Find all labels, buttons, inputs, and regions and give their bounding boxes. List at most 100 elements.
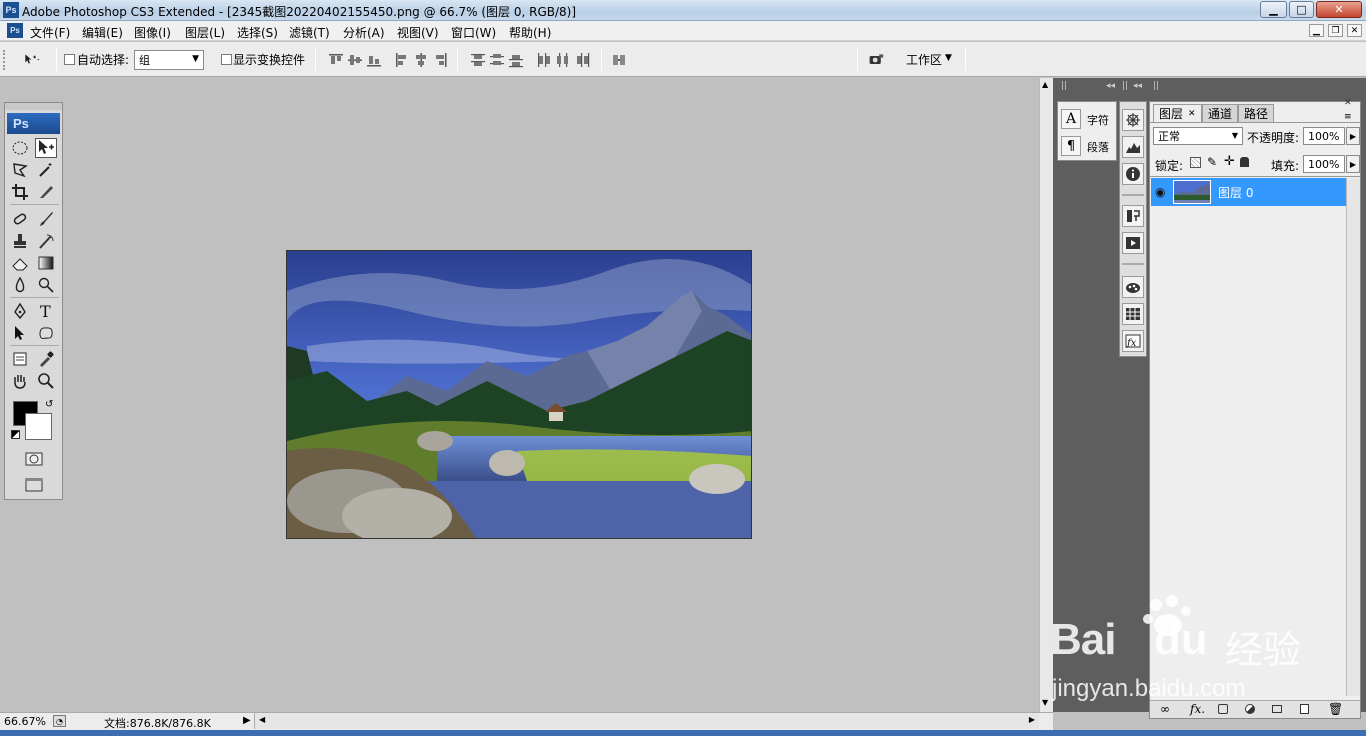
screen-mode-icon[interactable] (23, 475, 45, 495)
distribute-bottom-icon[interactable] (507, 51, 525, 69)
fill-slider-arrow-icon[interactable]: ▶ (1346, 155, 1360, 173)
add-mask-icon[interactable] (1218, 704, 1228, 714)
auto-select-checkbox[interactable] (64, 54, 75, 65)
tab-paths[interactable]: 路径 (1238, 104, 1275, 122)
layer-row[interactable]: ◉ 图层 0 (1151, 178, 1346, 206)
dodge-tool-icon[interactable] (35, 275, 57, 295)
status-info-icon[interactable]: ◔ (53, 715, 66, 727)
lasso-tool-icon[interactable] (9, 160, 31, 180)
default-colors-icon[interactable] (11, 430, 20, 439)
background-color-swatch[interactable] (25, 413, 52, 440)
pen-tool-icon[interactable] (9, 301, 31, 321)
show-transform-checkbox[interactable] (221, 54, 232, 65)
toolbox-logo[interactable]: Ps (7, 113, 60, 134)
align-hcenter-icon[interactable] (412, 51, 430, 69)
lock-transparent-icon[interactable] (1190, 157, 1201, 168)
crop-tool-icon[interactable] (9, 182, 31, 202)
menu-analysis[interactable]: 分析(A) (343, 24, 385, 41)
hand-tool-icon[interactable] (9, 371, 31, 391)
brush-tool-icon[interactable] (35, 209, 57, 229)
zoom-tool-icon[interactable] (35, 371, 57, 391)
grip-icon[interactable]: || (1153, 81, 1159, 91)
panel-menu-icon[interactable]: ≡ (1344, 112, 1352, 122)
document-canvas-image[interactable] (286, 250, 752, 539)
tab-layers[interactable]: 图层 ✕ (1153, 104, 1202, 122)
align-right-icon[interactable] (431, 51, 449, 69)
fill-input[interactable]: 100% (1303, 155, 1345, 173)
close-button[interactable]: ✕ (1316, 1, 1362, 18)
navigator-icon[interactable] (1122, 109, 1144, 131)
opacity-input[interactable]: 100% (1303, 127, 1345, 145)
new-layer-icon[interactable] (1300, 704, 1309, 714)
layers-scrollbar[interactable] (1346, 178, 1360, 696)
clone-stamp-tool-icon[interactable] (9, 231, 31, 251)
maximize-button[interactable]: □ (1289, 1, 1314, 18)
menu-file[interactable]: 文件(F) (30, 24, 70, 41)
auto-align-layers-icon[interactable] (610, 51, 628, 69)
status-menu-arrow-icon[interactable]: ▶ (243, 715, 251, 726)
move-tool-preset-icon[interactable] (14, 50, 50, 68)
character-label[interactable]: 字符 (1087, 112, 1109, 128)
menu-window[interactable]: 窗口(W) (451, 24, 496, 41)
panel-collapse-bar[interactable]: || ◂◂ (1059, 81, 1117, 93)
move-tool-icon[interactable] (35, 138, 57, 158)
history-brush-tool-icon[interactable] (35, 231, 57, 251)
menu-image[interactable]: 图像(I) (134, 24, 171, 41)
distribute-vcenter-icon[interactable] (488, 51, 506, 69)
lock-image-icon[interactable]: ✎ (1207, 155, 1217, 169)
blur-tool-icon[interactable] (9, 275, 31, 295)
adjustment-layer-icon[interactable] (1245, 704, 1255, 714)
align-bottom-icon[interactable] (365, 51, 383, 69)
swap-colors-icon[interactable]: ↺ (45, 399, 53, 410)
scroll-left-icon[interactable]: ◀ (259, 715, 265, 724)
history-icon[interactable] (1122, 205, 1144, 227)
auto-select-dropdown[interactable]: 组 ▼ (134, 50, 204, 70)
scroll-up-icon[interactable]: ▲ (1042, 80, 1048, 89)
workspace-label[interactable]: 工作区 (906, 51, 942, 68)
layer-name[interactable]: 图层 0 (1218, 184, 1253, 201)
eyedropper-tool-icon[interactable] (35, 349, 57, 369)
align-left-icon[interactable] (393, 51, 411, 69)
distribute-top-icon[interactable] (469, 51, 487, 69)
menu-filter[interactable]: 滤镜(T) (289, 24, 330, 41)
doc-close-button[interactable]: ✕ (1347, 24, 1362, 37)
horizontal-scrollbar[interactable]: ◀ ▶ (254, 713, 1039, 729)
doc-minimize-button[interactable]: ▁ (1309, 24, 1324, 37)
scroll-right-icon[interactable]: ▶ (1029, 715, 1035, 724)
menu-select[interactable]: 选择(S) (237, 24, 278, 41)
distribute-right-icon[interactable] (573, 51, 591, 69)
slice-tool-icon[interactable] (35, 182, 57, 202)
menu-edit[interactable]: 编辑(E) (82, 24, 123, 41)
healing-brush-tool-icon[interactable] (9, 209, 31, 229)
scroll-down-icon[interactable]: ▼ (1042, 698, 1048, 707)
chevron-down-icon[interactable]: ▼ (945, 53, 952, 63)
magic-wand-tool-icon[interactable] (35, 160, 57, 180)
styles-icon[interactable]: fx (1122, 330, 1144, 352)
minimize-button[interactable]: ▁ (1260, 1, 1287, 18)
gradient-tool-icon[interactable] (35, 253, 57, 273)
path-selection-tool-icon[interactable] (9, 323, 31, 343)
custom-shape-tool-icon[interactable] (35, 323, 57, 343)
brushes-icon[interactable] (1122, 276, 1144, 298)
eraser-tool-icon[interactable] (9, 253, 31, 273)
icon-column-collapse-bar[interactable]: || ◂◂ (1121, 81, 1147, 93)
distribute-hcenter-icon[interactable] (554, 51, 572, 69)
character-icon[interactable]: A (1061, 109, 1081, 129)
quick-mask-mode-icon[interactable] (23, 449, 45, 469)
menu-view[interactable]: 视图(V) (397, 24, 439, 41)
grip-handle[interactable] (3, 50, 7, 70)
zoom-level[interactable]: 66.67% (4, 715, 46, 728)
grip-icon[interactable]: || (1122, 81, 1128, 91)
bridge-icon[interactable] (864, 49, 888, 71)
type-tool-icon[interactable]: T (35, 301, 57, 321)
paragraph-icon[interactable]: ¶ (1061, 136, 1081, 156)
align-vcenter-icon[interactable] (346, 51, 364, 69)
opacity-slider-arrow-icon[interactable]: ▶ (1346, 127, 1360, 145)
actions-icon[interactable] (1122, 232, 1144, 254)
grip-icon[interactable]: || (1061, 81, 1067, 91)
align-top-icon[interactable] (327, 51, 345, 69)
panel-close-icon[interactable]: ✕ (1344, 98, 1352, 108)
tab-channels[interactable]: 通道 (1202, 104, 1239, 122)
paragraph-label[interactable]: 段落 (1087, 139, 1109, 155)
swatches-icon[interactable] (1122, 303, 1144, 325)
